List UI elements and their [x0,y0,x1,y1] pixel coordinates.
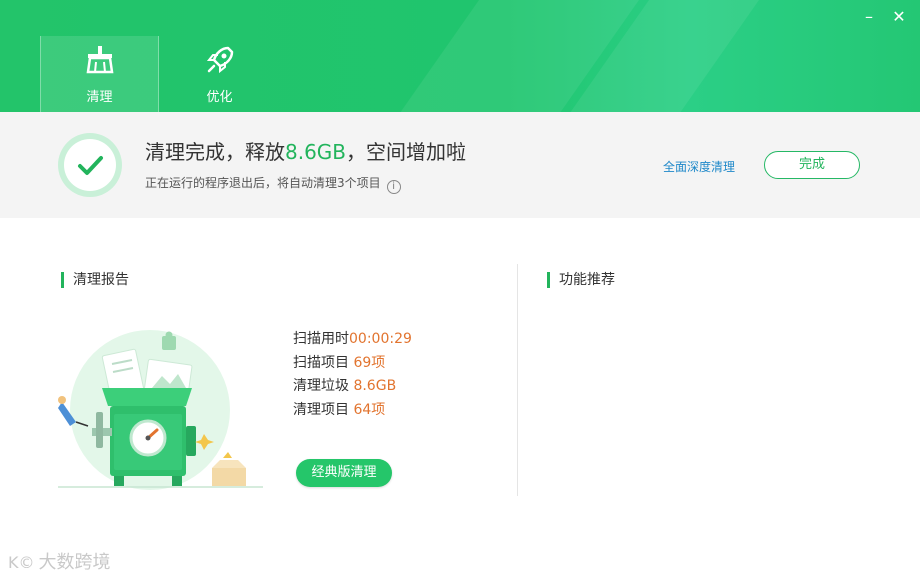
classic-clean-button[interactable]: 经典版清理 [296,459,392,487]
close-button[interactable]: ✕ [888,6,910,28]
tab-clean-label: 清理 [86,90,113,105]
scan-stats: 扫描用时00:00:29 扫描项目 69项 清理垃圾 8.6GB 清理项目 64… [293,328,412,422]
report-section-title: 清理报告 [61,272,129,288]
freed-space-value: 8.6GB [285,140,347,164]
done-button[interactable]: 完成 [764,151,860,179]
result-title-prefix: 清理完成，释放 [145,140,285,164]
checkmark-icon [78,156,103,175]
tab-optimize[interactable]: 优化 [160,36,279,112]
stat-items-cleaned: 清理项目 64项 [293,401,386,418]
result-title-suffix: ，空间增加啦 [346,140,467,164]
watermark-logo-icon: K© [8,553,35,572]
header-bar: – ✕ 清理 优化 [0,0,920,112]
result-title: 清理完成，释放8.6GB，空间增加啦 [145,136,466,165]
result-subtitle: 正在运行的程序退出后，将自动清理3个项目 i [145,174,401,194]
deep-clean-link[interactable]: 全面深度清理 [663,158,735,175]
watermark: K© 大数跨境 [8,548,111,574]
watermark-text: 大数跨境 [38,552,111,573]
info-icon[interactable]: i [386,180,401,194]
stat-junk-cleaned: 清理垃圾 8.6GB [293,378,397,394]
result-subtitle-text: 正在运行的程序退出后，将自动清理3个项目 [145,176,381,190]
broom-icon [86,46,113,74]
tab-clean[interactable]: 清理 [40,36,159,112]
rocket-icon [206,46,233,74]
stat-scan-items: 扫描项目 69项 [293,354,386,371]
cleaning-machine-illustration [58,330,263,490]
stat-scan-time: 扫描用时00:00:29 [293,331,412,347]
recommend-section-title: 功能推荐 [547,272,615,288]
tab-optimize-label: 优化 [206,90,233,105]
section-divider [517,264,518,496]
success-badge [58,133,122,197]
minimize-button[interactable]: – [858,6,880,28]
result-banner: 清理完成，释放8.6GB，空间增加啦 正在运行的程序退出后，将自动清理3个项目 i… [0,112,920,218]
